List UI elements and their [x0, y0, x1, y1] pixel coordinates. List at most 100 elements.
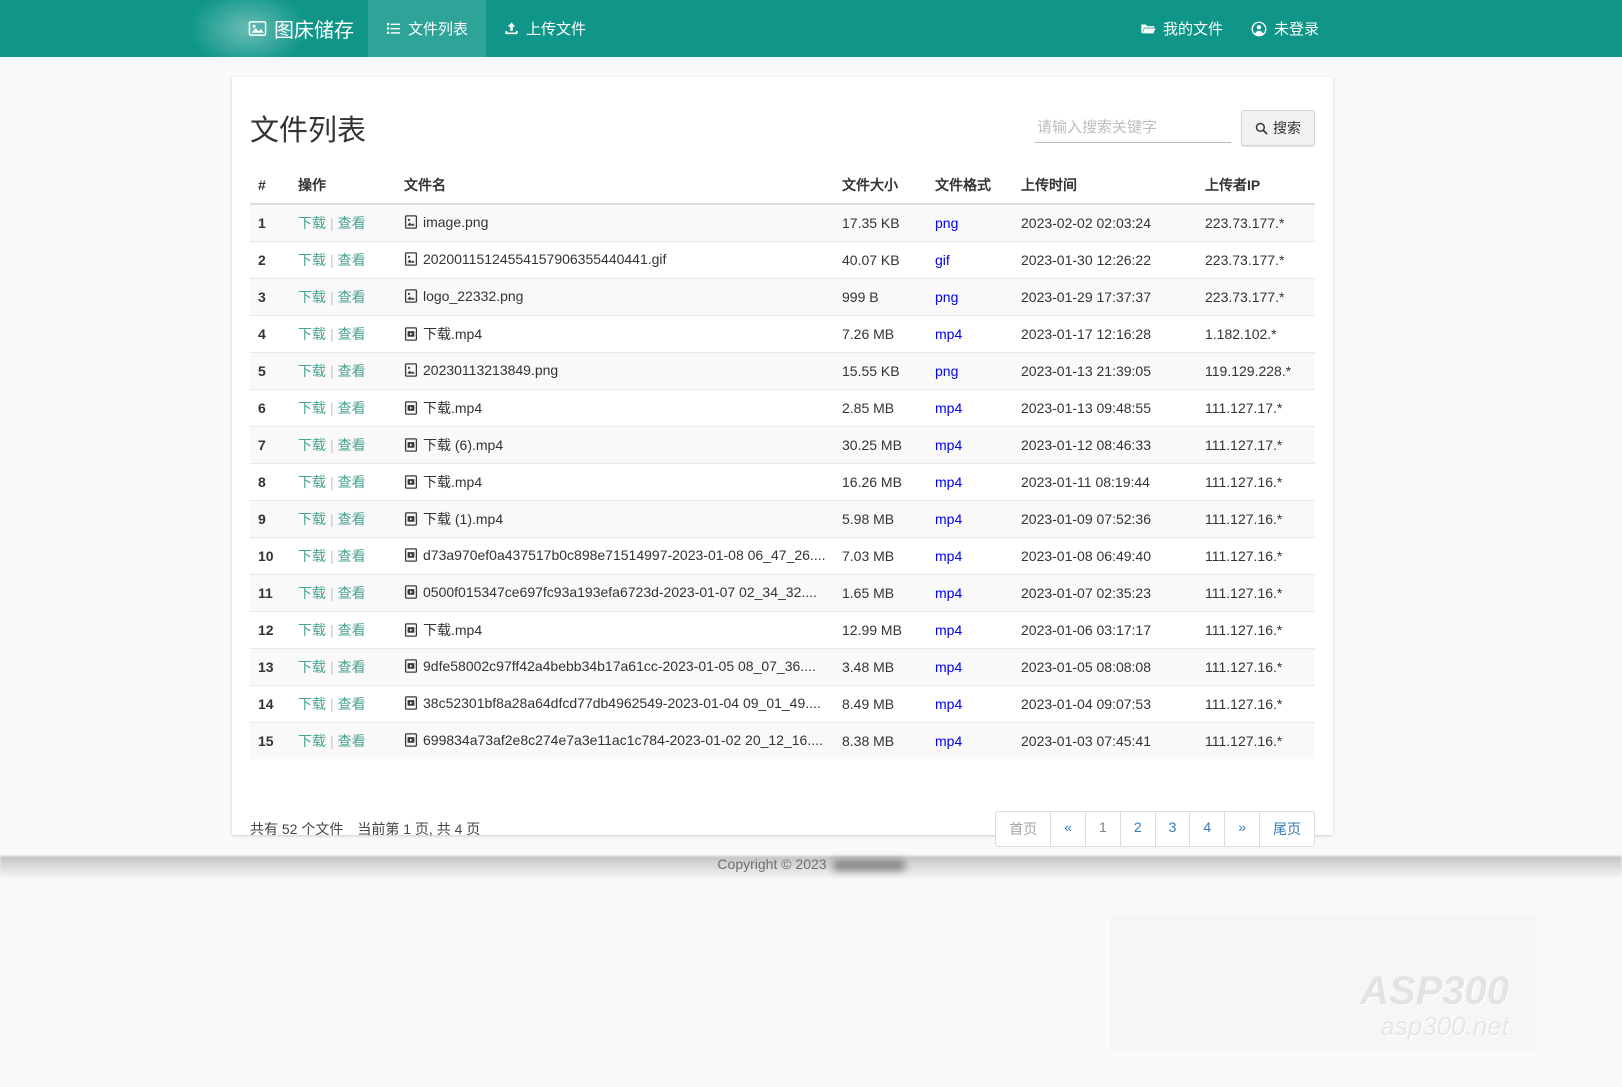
action-separator: | [330, 215, 334, 231]
download-link[interactable]: 下载 [298, 659, 326, 675]
view-link[interactable]: 查看 [338, 326, 366, 342]
top-navbar: 图床储存 文件列表 上传文件 我的文件 [0, 0, 1622, 57]
download-link[interactable]: 下载 [298, 289, 326, 305]
download-link[interactable]: 下载 [298, 363, 326, 379]
format-link[interactable]: mp4 [935, 326, 962, 342]
pagination-item-0[interactable]: 首页 [995, 811, 1051, 847]
row-index: 1 [250, 204, 290, 242]
view-link[interactable]: 查看 [338, 511, 366, 527]
row-index: 11 [250, 575, 290, 612]
pagination-item-1[interactable]: « [1050, 811, 1086, 847]
download-link[interactable]: 下载 [298, 400, 326, 416]
brand-link[interactable]: 图床储存 [232, 0, 368, 57]
view-link[interactable]: 查看 [338, 252, 366, 268]
download-link[interactable]: 下载 [298, 733, 326, 749]
upload-time: 2023-01-05 08:08:08 [1013, 649, 1197, 686]
download-link[interactable]: 下载 [298, 252, 326, 268]
pagination-item-6[interactable]: » [1224, 811, 1260, 847]
pagination-item-3[interactable]: 2 [1120, 811, 1156, 847]
download-link[interactable]: 下载 [298, 326, 326, 342]
download-link[interactable]: 下载 [298, 215, 326, 231]
view-link[interactable]: 查看 [338, 585, 366, 601]
row-index: 9 [250, 501, 290, 538]
action-separator: | [330, 696, 334, 712]
file-table-body: 1 下载|查看 image.png 17.35 KB png 2023-02-0… [250, 204, 1315, 759]
format-link[interactable]: png [935, 363, 958, 379]
column-header: 文件大小 [834, 167, 927, 204]
download-link[interactable]: 下载 [298, 437, 326, 453]
nav-login-status[interactable]: 未登录 [1237, 0, 1333, 57]
download-link[interactable]: 下载 [298, 474, 326, 490]
file-size: 12.99 MB [834, 612, 927, 649]
file-size: 8.38 MB [834, 723, 927, 760]
view-link[interactable]: 查看 [338, 289, 366, 305]
pagination-item-5[interactable]: 4 [1189, 811, 1225, 847]
view-link[interactable]: 查看 [338, 400, 366, 416]
table-row: 1 下载|查看 image.png 17.35 KB png 2023-02-0… [250, 204, 1315, 242]
view-link[interactable]: 查看 [338, 659, 366, 675]
watermark-subtitle: asp300.net [1380, 1011, 1509, 1042]
action-separator: | [330, 659, 334, 675]
download-link[interactable]: 下载 [298, 696, 326, 712]
view-link[interactable]: 查看 [338, 215, 366, 231]
format-link[interactable]: mp4 [935, 437, 962, 453]
tab-file-list[interactable]: 文件列表 [368, 0, 486, 57]
file-name: 下载.mp4 [423, 398, 482, 418]
view-link[interactable]: 查看 [338, 474, 366, 490]
view-link[interactable]: 查看 [338, 733, 366, 749]
upload-time: 2023-01-08 06:49:40 [1013, 538, 1197, 575]
pagination-item-2[interactable]: 1 [1085, 811, 1121, 847]
download-link[interactable]: 下载 [298, 548, 326, 564]
uploader-ip: 119.129.228.* [1197, 353, 1315, 390]
upload-time: 2023-01-30 12:26:22 [1013, 242, 1197, 279]
tab-upload-file[interactable]: 上传文件 [486, 0, 604, 57]
download-link[interactable]: 下载 [298, 511, 326, 527]
file-count-summary: 共有 52 个文件当前第 1 页, 共 4 页 [250, 819, 494, 839]
table-row: 13 下载|查看 9dfe58002c97ff42a4bebb34b17a61c… [250, 649, 1315, 686]
file-name: 699834a73af2e8c274e7a3e11ac1c784-2023-01… [423, 732, 823, 748]
view-link[interactable]: 查看 [338, 622, 366, 638]
format-link[interactable]: mp4 [935, 622, 962, 638]
format-link[interactable]: mp4 [935, 548, 962, 564]
pagination-item-7[interactable]: 尾页 [1259, 811, 1315, 847]
view-link[interactable]: 查看 [338, 437, 366, 453]
table-row: 11 下载|查看 0500f015347ce697fc93a193efa6723… [250, 575, 1315, 612]
uploader-ip: 111.127.16.* [1197, 575, 1315, 612]
search-input[interactable] [1035, 113, 1231, 143]
download-link[interactable]: 下载 [298, 585, 326, 601]
pagination-item-4[interactable]: 3 [1155, 811, 1191, 847]
table-row: 5 下载|查看 20230113213849.png 15.55 KB png … [250, 353, 1315, 390]
file-list-card: 文件列表 搜索 #操作文件名文件大小文件格式上传时间上传者IP 1 下载|查看 [232, 77, 1333, 835]
video-file-icon [404, 733, 418, 747]
view-link[interactable]: 查看 [338, 548, 366, 564]
video-file-icon [404, 623, 418, 637]
list-icon [386, 21, 401, 36]
format-link[interactable]: gif [935, 252, 950, 268]
folder-icon [1140, 21, 1156, 36]
page-footer: Copyright © 2023 [0, 849, 1622, 891]
action-separator: | [330, 326, 334, 342]
download-link[interactable]: 下载 [298, 622, 326, 638]
format-link[interactable]: mp4 [935, 733, 962, 749]
nav-my-files[interactable]: 我的文件 [1126, 0, 1237, 57]
format-link[interactable]: mp4 [935, 511, 962, 527]
upload-time: 2023-01-29 17:37:37 [1013, 279, 1197, 316]
view-link[interactable]: 查看 [338, 363, 366, 379]
file-size: 999 B [834, 279, 927, 316]
format-link[interactable]: mp4 [935, 659, 962, 675]
action-separator: | [330, 733, 334, 749]
view-link[interactable]: 查看 [338, 696, 366, 712]
upload-time: 2023-01-17 12:16:28 [1013, 316, 1197, 353]
picture-icon [248, 19, 267, 38]
search-button[interactable]: 搜索 [1241, 110, 1315, 146]
image-file-icon [404, 215, 418, 229]
format-link[interactable]: mp4 [935, 474, 962, 490]
format-link[interactable]: png [935, 215, 958, 231]
action-separator: | [330, 437, 334, 453]
format-link[interactable]: mp4 [935, 696, 962, 712]
table-row: 8 下载|查看 下载.mp4 16.26 MB mp4 2023-01-11 0… [250, 464, 1315, 501]
format-link[interactable]: mp4 [935, 400, 962, 416]
format-link[interactable]: mp4 [935, 585, 962, 601]
table-row: 7 下载|查看 下载 (6).mp4 30.25 MB mp4 2023-01-… [250, 427, 1315, 464]
format-link[interactable]: png [935, 289, 958, 305]
